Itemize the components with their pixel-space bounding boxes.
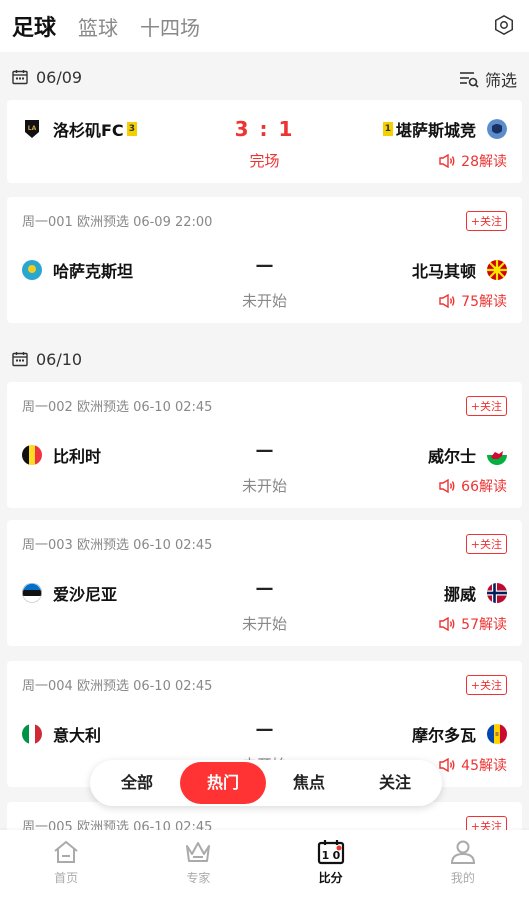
category-filter: 全部 热门 焦点 关注 [90, 760, 442, 806]
filter-label: 筛选 [484, 71, 517, 90]
estonia-flag-icon [22, 583, 42, 603]
belgium-flag-icon [22, 445, 42, 465]
filter-followed[interactable]: 关注 [352, 762, 438, 804]
scoreboard-icon: 1 0 [317, 840, 344, 865]
away-team: 堪萨斯城竞 1 [380, 117, 507, 141]
rank-badge: 1 [382, 122, 393, 136]
away-team: 威尔士 [428, 443, 507, 467]
bottom-tab-mine[interactable]: 我的 [397, 830, 529, 904]
filter-icon [459, 72, 479, 88]
tab-fourteen[interactable]: 十四场 [140, 12, 200, 41]
svg-text:0: 0 [332, 849, 340, 862]
rank-badge: 3 [126, 122, 137, 136]
kazakhstan-flag-icon [22, 260, 42, 280]
follow-button[interactable]: +关注 [465, 534, 507, 554]
sporting-kc-logo-icon [487, 119, 507, 139]
match-meta: 周一001 欧洲预选 06-09 22:00 [22, 215, 213, 230]
bottom-tab-bar: 首页 专家 1 0 比分 我的 [0, 830, 529, 904]
home-team: 比利时 [22, 443, 101, 467]
speaker-icon [439, 294, 455, 308]
tab-basketball[interactable]: 篮球 [78, 12, 118, 41]
analysis-link[interactable]: 75解读 [438, 291, 507, 311]
vs-dash: — [255, 440, 274, 461]
match-card[interactable]: LA 洛杉矶FC 3 3 : 1 堪萨斯城竞 1 完场 28解读 [7, 100, 522, 183]
away-team: 北马其顿 [412, 258, 507, 282]
bottom-tab-expert[interactable]: 专家 [132, 830, 264, 904]
match-status: 未开始 [241, 615, 288, 633]
bottom-tab-score[interactable]: 1 0 比分 [265, 830, 397, 904]
filter-all[interactable]: 全部 [94, 762, 180, 804]
speaker-icon [439, 154, 455, 168]
crown-icon [186, 842, 211, 862]
home-icon [54, 840, 78, 863]
vs-dash: — [255, 578, 274, 599]
analysis-link[interactable]: 57解读 [438, 614, 507, 634]
filter-hot[interactable]: 热门 [180, 762, 266, 804]
follow-button[interactable]: +关注 [465, 396, 507, 416]
speaker-icon [439, 758, 455, 772]
tab-football[interactable]: 足球 [12, 10, 56, 42]
match-card[interactable]: 周一002 欧洲预选 06-10 02:45 +关注 比利时 — 威尔士 未开始… [7, 382, 522, 508]
svg-text:LA: LA [28, 125, 37, 132]
home-team: 哈萨克斯坦 [22, 258, 133, 282]
italy-flag-icon [22, 724, 42, 744]
analysis-link[interactable]: 28解读 [438, 151, 507, 171]
follow-button[interactable]: +关注 [465, 211, 507, 231]
north-macedonia-flag-icon [487, 260, 507, 280]
analysis-link[interactable]: 45解读 [438, 755, 507, 775]
lafc-logo-icon: LA [25, 120, 39, 138]
settings-icon[interactable] [493, 14, 515, 36]
speaker-icon [439, 617, 455, 631]
date-label: 06/10 [36, 349, 83, 369]
bottom-tab-home[interactable]: 首页 [0, 830, 132, 904]
match-status: 完场 [249, 152, 280, 170]
follow-button[interactable]: +关注 [465, 675, 507, 695]
match-status: 未开始 [241, 292, 288, 310]
match-meta: 周一002 欧洲预选 06-10 02:45 [22, 400, 213, 415]
date-header: 06/10 [0, 337, 529, 381]
match-card[interactable]: 周一003 欧洲预选 06-10 02:45 +关注 爱沙尼亚 — 挪威 未开始… [7, 520, 522, 646]
date-label: 06/09 [36, 67, 83, 87]
analysis-link[interactable]: 66解读 [438, 476, 507, 496]
filter-button[interactable]: 筛选 [459, 67, 517, 91]
svg-text:1: 1 [321, 849, 329, 862]
home-team: LA 洛杉矶FC 3 [22, 117, 140, 141]
user-icon [450, 840, 475, 864]
home-team: 意大利 [22, 722, 101, 746]
filter-focus[interactable]: 焦点 [266, 762, 352, 804]
norway-flag-icon [487, 583, 507, 603]
match-status: 未开始 [241, 477, 288, 495]
calendar-icon [12, 70, 28, 85]
match-meta: 周一004 欧洲预选 06-10 02:45 [22, 679, 213, 694]
moldova-flag-icon [487, 724, 507, 744]
home-team: 爱沙尼亚 [22, 581, 117, 605]
speaker-icon [439, 479, 455, 493]
vs-dash: — [255, 719, 274, 740]
match-card[interactable]: 周一001 欧洲预选 06-09 22:00 +关注 哈萨克斯坦 — 北马其顿 … [7, 197, 522, 323]
away-team: 挪威 [444, 581, 507, 605]
top-nav: 足球 篮球 十四场 [0, 0, 529, 52]
match-meta: 周一003 欧洲预选 06-10 02:45 [22, 538, 213, 553]
date-header: 06/09 筛选 [0, 55, 529, 99]
wales-flag-icon [487, 445, 507, 465]
score: 3 : 1 [234, 117, 295, 141]
calendar-icon [12, 352, 28, 367]
vs-dash: — [255, 255, 274, 276]
away-team: 摩尔多瓦 [412, 722, 507, 746]
